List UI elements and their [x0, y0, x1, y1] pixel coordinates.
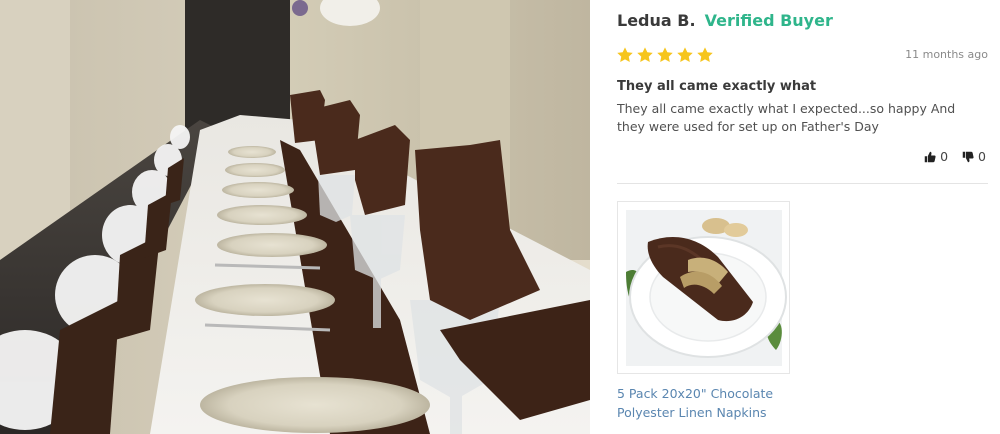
star-rating — [616, 46, 714, 64]
helpful-vote-button[interactable]: 0 — [924, 149, 948, 164]
unhelpful-vote-button[interactable]: 0 — [962, 149, 986, 164]
product-name-line1: 5 Pack 20x20" Chocolate — [617, 386, 774, 401]
star-icon — [617, 47, 633, 62]
verified-buyer-badge: Verified Buyer — [704, 11, 833, 30]
star-icon — [657, 47, 673, 62]
product-name-line2: Polyester Linen Napkins — [617, 405, 767, 420]
review-panel: Ledua B. Verified Buyer 11 months ago Th… — [590, 0, 1000, 434]
banquet-table-illustration — [0, 0, 590, 434]
unhelpful-count: 0 — [978, 149, 986, 164]
star-icon — [637, 47, 653, 62]
reviewer-name: Ledua B. — [617, 11, 696, 30]
review-widget: Ledua B. Verified Buyer 11 months ago Th… — [0, 0, 1000, 434]
product-name-link[interactable]: 5 Pack 20x20" Chocolate Polyester Linen … — [617, 384, 792, 422]
review-timestamp: 11 months ago — [905, 48, 988, 61]
reviewer-info: Ledua B. Verified Buyer — [617, 11, 833, 30]
review-votes: 0 0 — [924, 149, 986, 164]
star-icon — [697, 47, 713, 62]
customer-photo[interactable] — [0, 0, 590, 434]
thumbs-up-icon — [924, 151, 936, 162]
product-image — [618, 202, 789, 373]
product-thumbnail[interactable] — [617, 201, 790, 374]
star-icon — [677, 47, 693, 62]
helpful-count: 0 — [940, 149, 949, 164]
thumbs-down-icon — [962, 151, 974, 162]
divider — [617, 183, 988, 184]
review-body: They all came exactly what I expected...… — [617, 101, 956, 134]
review-title: They all came exactly what — [617, 79, 817, 94]
